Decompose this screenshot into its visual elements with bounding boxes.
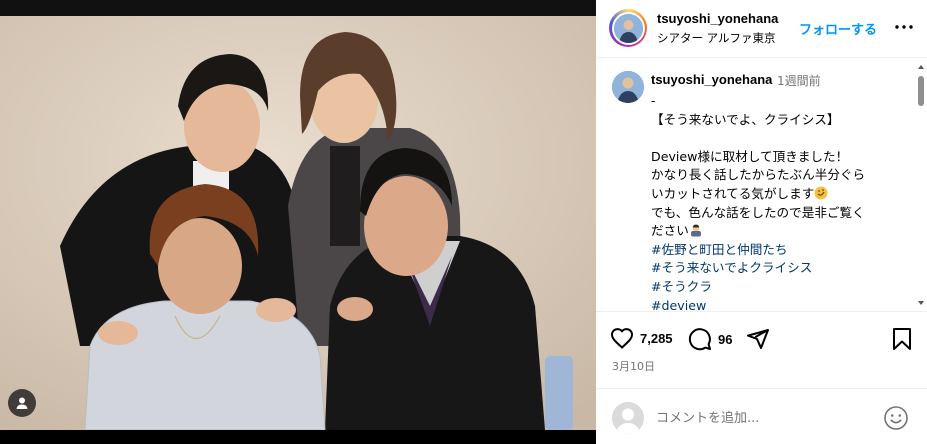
add-comment-bar [596,388,927,444]
person-tag-icon [16,397,28,409]
like-count[interactable]: 7,285 [640,331,673,346]
tag-user-button[interactable] [8,389,36,417]
author-username[interactable]: tsuyoshi_yonehana [657,11,778,26]
caption-line: - [651,93,656,108]
follow-button[interactable]: フォローする [799,19,877,38]
comment-input[interactable] [656,407,856,429]
comment-button[interactable]: 96 [688,327,732,351]
rolling-laughing-emoji-icon [814,186,828,200]
emoji-picker-button[interactable] [883,405,909,431]
post-photo[interactable] [0,16,596,430]
caption-line: Deview様に取材して頂きました！ [651,148,849,164]
group-photo [0,16,596,430]
caption-scrollbar[interactable] [916,62,926,310]
save-button[interactable] [892,327,912,351]
caption-line: でも、色んな話をしたので是非ご覧く [651,204,865,220]
comment-bubble-icon [688,328,711,351]
paper-plane-icon [747,329,769,349]
hashtag-link[interactable]: #deview [651,297,906,311]
caption-timestamp[interactable]: 1週間前 [777,72,821,89]
caption-line: 【そう来ないでよ、クライシス】 [651,111,840,127]
caption-username[interactable]: tsuyoshi_yonehana [651,72,772,87]
scroll-up-icon[interactable] [916,62,926,72]
default-avatar-icon [612,402,644,434]
caption-line-with-emoji: ださい [651,222,906,241]
hashtag-link[interactable]: #そうクラ [651,278,906,297]
viewer-avatar[interactable] [612,402,644,434]
caption-line-text: いカットされてる気がします [651,185,815,201]
heart-icon [610,328,634,349]
media-top-bar [0,0,596,16]
post-date[interactable]: 3月10日 [612,358,655,374]
post-side-panel: tsuyoshi_yonehana シアター アルファ東京 フォローする tsu… [596,0,927,444]
caption-section: tsuyoshi_yonehana 1週間前 - 【そう来ないでよ、クライシス】… [596,59,927,311]
smiley-icon [884,406,908,430]
hashtag-link[interactable]: #佐野と町田と仲間たち [651,241,906,260]
caption-line-text: ださい [651,223,689,239]
caption-line [651,129,906,148]
post-location[interactable]: シアター アルファ東京 [657,30,776,46]
media-bottom-bar [0,430,596,444]
bowing-person-emoji-icon [690,224,701,237]
scrollbar-thumb[interactable] [918,76,924,106]
caption-line-with-emoji: いカットされてる気がします [651,185,906,204]
share-button[interactable] [746,327,770,351]
more-options-button[interactable] [893,16,915,38]
scroll-down-icon[interactable] [916,298,926,308]
post-media[interactable] [0,0,596,444]
like-button[interactable]: 7,285 [610,327,673,349]
author-avatar[interactable] [613,13,643,43]
caption-author-avatar[interactable] [612,71,644,103]
author-avatar-story-ring[interactable] [609,9,647,47]
caption-text: - 【そう来ないでよ、クライシス】 Deview様に取材して頂きました！ かなり… [651,92,906,311]
caption-line: かなり長く話したからたぶん半分ぐら [651,167,866,183]
comment-count[interactable]: 96 [718,332,732,347]
hashtag-link[interactable]: #そう来ないでよクライシス [651,259,906,278]
post-header: tsuyoshi_yonehana シアター アルファ東京 フォローする [596,0,927,58]
bookmark-icon [893,328,911,350]
more-horizontal-icon [895,25,913,29]
